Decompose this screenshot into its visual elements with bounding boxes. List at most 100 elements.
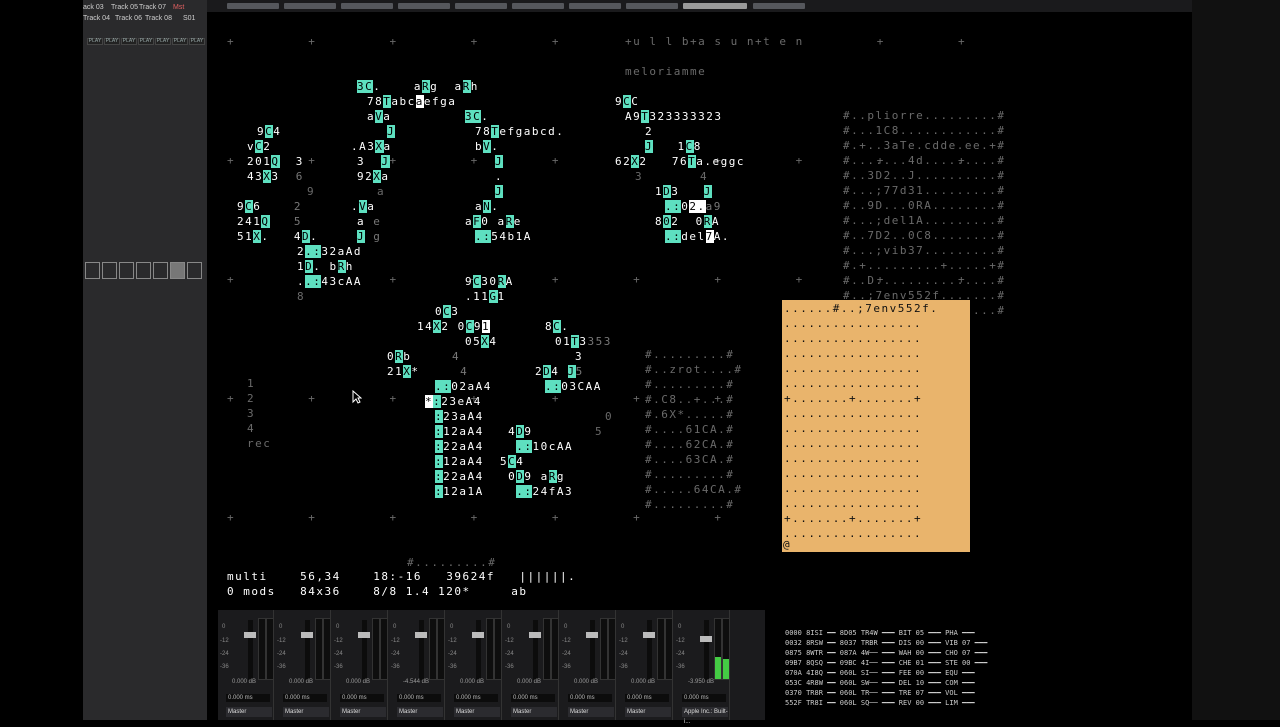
play-button[interactable]: PLAY [121,38,137,45]
pad-slot[interactable] [153,262,168,279]
fader-handle[interactable] [244,632,256,638]
fader-handle[interactable] [586,632,598,638]
operator-cluster[interactable]: :22aA4 0D9 aRg [435,469,565,484]
operator-cluster[interactable]: 1D. bRh [297,259,354,274]
operator-cluster[interactable]: ..:43cAA [297,274,362,289]
output-select[interactable]: Master [454,707,500,717]
operator-cluster[interactable]: 78Tefgabcd. [475,124,564,139]
fader-handle[interactable] [643,632,655,638]
operator-cluster[interactable]: 201Q 3 [247,154,304,169]
operator-cluster[interactable]: vC2 [247,139,271,154]
operator-cluster[interactable]: 21X* 4 [387,364,468,379]
operator-cluster[interactable]: 51X. 4D. [237,229,318,244]
operator-cluster[interactable]: 62X2 76Ta.eggc [615,154,745,169]
operator-cluster[interactable]: 9C30RA [465,274,514,289]
operator-cluster[interactable]: 0C3 [435,304,459,319]
fader-track[interactable] [419,620,424,680]
fader-track[interactable] [704,620,709,680]
operator-cluster[interactable]: .11G1 [465,289,506,304]
output-select[interactable]: Master [226,707,272,717]
toolbar-tab[interactable] [569,3,621,9]
track-label[interactable]: Mst [173,4,184,11]
pad-slot[interactable] [170,262,185,279]
operator-cluster[interactable]: 05X4 [465,334,498,349]
operator-cluster[interactable]: 78Tabcaefga [367,94,456,109]
selection-overlay[interactable]: ......#..;7env552f. ................. ..… [782,300,970,552]
play-button[interactable]: PLAY [138,38,154,45]
comment-block-right[interactable]: #..pliorre.........# #...1C8............… [843,108,1005,318]
toolbar-tab[interactable] [227,3,279,9]
operator-cluster[interactable]: 3 [575,349,583,364]
track-label[interactable]: Track 04 [83,15,110,22]
operator-cluster[interactable]: A9T323333323 [625,109,722,124]
operator-cluster[interactable]: 5 [595,424,603,439]
operator-cluster[interactable]: 43X3 6 [247,169,304,184]
delay-field[interactable]: 0.000 ms [226,694,270,702]
mixer-channel[interactable]: 0 -12 -24 -36 0.000 dB 0.000 ms Master [617,610,673,720]
fader-track[interactable] [305,620,310,680]
operator-cluster[interactable]: J [495,184,504,199]
toolbar-tab[interactable] [341,3,393,9]
fader-handle[interactable] [358,632,370,638]
output-select[interactable]: Master [625,707,671,717]
operator-cluster[interactable]: 3 J [357,154,390,169]
operator-cluster[interactable]: 9C4 [257,124,281,139]
pad-slot[interactable] [102,262,117,279]
operator-cluster[interactable]: :23aA4 [435,409,484,424]
track-label[interactable]: ack 03 [83,4,104,11]
pad-slot[interactable] [187,262,202,279]
fader-track[interactable] [647,620,652,680]
toolbar-tab[interactable] [398,3,450,9]
fader-track[interactable] [476,620,481,680]
operator-cluster[interactable]: 92Xa [357,169,390,184]
output-select[interactable]: Master [397,707,443,717]
operator-cluster[interactable]: 9 [307,184,315,199]
operator-cluster[interactable]: 3 4 [635,169,708,184]
operator-cluster[interactable]: .A3Xa [351,139,392,154]
fader-track[interactable] [533,620,538,680]
operator-cluster[interactable]: J [387,124,396,139]
operator-cluster[interactable]: 0Rb 4 [387,349,460,364]
fader-track[interactable] [248,620,253,680]
toolbar-tab[interactable] [753,3,805,9]
operator-cluster[interactable]: 2 [645,124,653,139]
output-select[interactable]: Master [340,707,386,717]
fader-track[interactable] [590,620,595,680]
mixer-channel[interactable]: 0 -12 -24 -36 0.000 dB 0.000 ms Master [503,610,559,720]
operator-cluster[interactable]: bV. [475,139,499,154]
operator-cluster[interactable]: .:02aA4 [435,379,492,394]
mixer-channel[interactable]: 0 -12 -24 -36 0.000 dB 0.000 ms Master [332,610,388,720]
operator-cluster[interactable]: 8C. [545,319,569,334]
play-button[interactable]: PLAY [172,38,188,45]
operator-cluster[interactable]: J g [357,229,381,244]
mixer-channel[interactable]: 0 -12 -24 -36 -4.544 dB 0.000 ms Master [389,610,445,720]
operator-cluster[interactable]: 3C. [465,109,489,124]
operator-cluster[interactable]: *:23eA4 [425,394,482,409]
operator-cluster[interactable]: :22aA4 .:10cAA [435,439,573,454]
mixer-channel[interactable]: 0 -12 -24 -36 0.000 dB 0.000 ms Master [446,610,502,720]
operator-cluster[interactable]: a [377,184,385,199]
operator-cluster[interactable]: aN. [475,199,499,214]
fader-handle[interactable] [415,632,427,638]
fader-handle[interactable] [301,632,313,638]
delay-field[interactable]: 0.000 ms [625,694,669,702]
toolbar-tab[interactable] [626,3,678,9]
operator-cluster[interactable]: :12aA4 4D9 [435,424,532,439]
track-label[interactable]: Track 05 [111,4,138,11]
delay-field[interactable]: 0.000 ms [283,694,327,702]
operator-cluster[interactable]: 9C6 2 [237,199,302,214]
operator-cluster[interactable]: aF0 aRe [465,214,522,229]
play-button[interactable]: PLAY [104,38,120,45]
operator-cluster[interactable]: 2D4 J5 [535,364,584,379]
delay-field[interactable]: 0.000 ms [682,694,726,702]
toolbar-tab[interactable] [512,3,564,9]
operator-cluster[interactable]: :12a1A .:24fA3 [435,484,573,499]
output-select[interactable]: Apple Inc.: Built-i... [682,707,728,725]
play-button[interactable]: PLAY [155,38,171,45]
operator-cluster[interactable]: 241Q 5 [237,214,302,229]
operator-cluster[interactable]: .:03CAA [545,379,602,394]
delay-field[interactable]: 0.000 ms [511,694,555,702]
track-label[interactable]: Track 07 [139,4,166,11]
mixer-channel[interactable]: 0 -12 -24 -36 0.000 dB 0.000 ms Master [560,610,616,720]
operator-cluster[interactable]: J 1C8 [645,139,702,154]
